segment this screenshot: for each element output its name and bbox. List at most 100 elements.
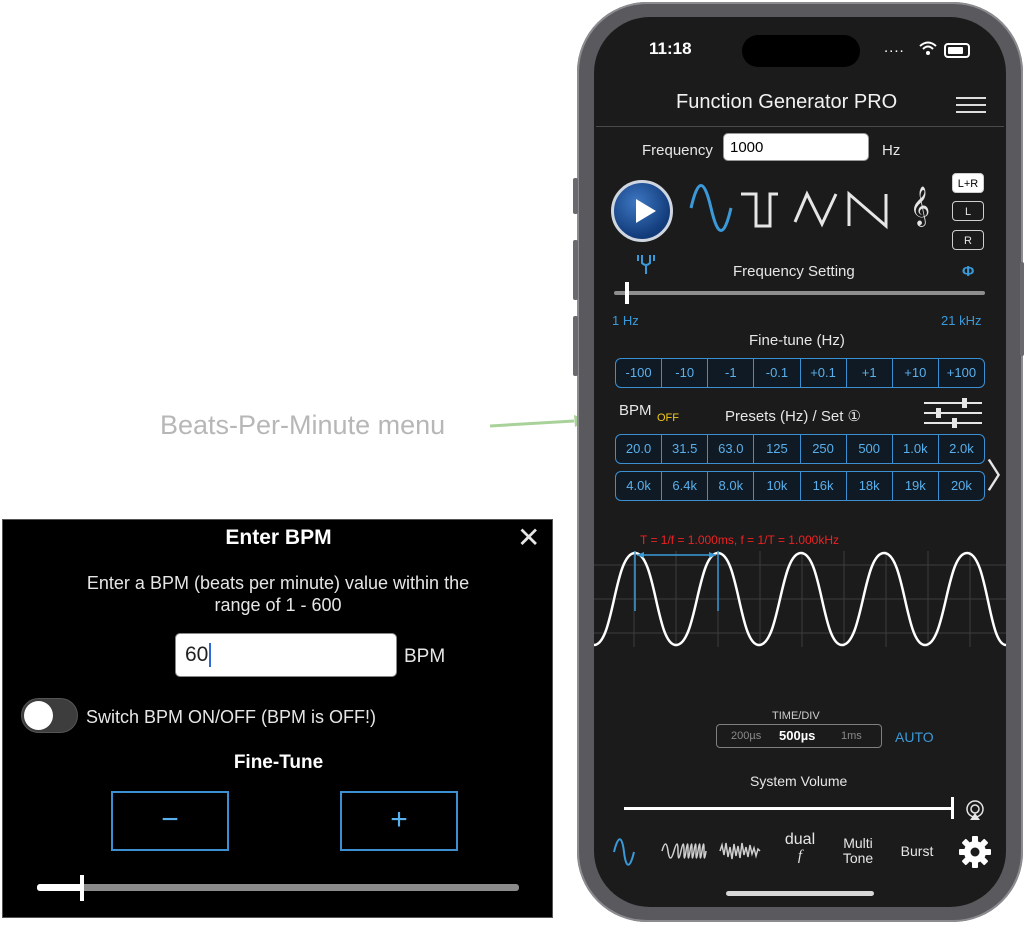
phone-volume-up [573, 240, 578, 300]
tab-multi-line1: Multi [843, 835, 873, 851]
text-caret [209, 643, 212, 668]
home-indicator[interactable] [726, 891, 874, 896]
preset-button[interactable]: 19k [893, 472, 939, 500]
sawtooth-wave-icon[interactable] [846, 182, 896, 234]
bpm-menu-button[interactable]: BPM [619, 402, 652, 419]
phone-screen: 11:18 .... Function Generator PRO Freque… [594, 17, 1006, 907]
play-button[interactable] [611, 180, 673, 242]
enter-bpm-dialog: Enter BPM ✕ Enter a BPM (beats per minut… [2, 519, 553, 918]
frequency-max-label: 21 kHz [941, 313, 982, 328]
treble-clef-icon[interactable]: 𝄞 [910, 187, 930, 226]
frequency-label: Frequency [642, 142, 713, 159]
bpm-input[interactable]: 60 [175, 633, 397, 677]
fine-tune-plus-100[interactable]: +100 [939, 359, 984, 387]
preset-button[interactable]: 250 [801, 435, 847, 463]
increment-button[interactable]: + [340, 791, 458, 851]
dynamic-island [742, 35, 860, 67]
presets-row-2: 4.0k 6.4k 8.0k 10k 16k 18k 19k 20k [615, 471, 985, 501]
next-presets-icon[interactable]: 〉 [986, 449, 1006, 498]
header-divider [596, 126, 1004, 127]
system-volume-label: System Volume [750, 773, 848, 789]
sine-wave-icon[interactable] [688, 182, 734, 234]
preset-button[interactable]: 500 [847, 435, 893, 463]
auto-button[interactable]: AUTO [895, 729, 934, 745]
decrement-button[interactable]: − [111, 791, 229, 851]
preset-button[interactable]: 4.0k [616, 472, 663, 500]
preset-button[interactable]: 31.5 [662, 435, 709, 463]
preset-button[interactable]: 20.0 [616, 435, 663, 463]
dialog-title: Enter BPM [225, 526, 332, 549]
fine-tune-plus-1[interactable]: +1 [847, 359, 893, 387]
tab-sine-icon[interactable] [612, 835, 636, 869]
fine-tune-minus-0-1[interactable]: -0.1 [754, 359, 801, 387]
preset-button[interactable]: 2.0k [939, 435, 984, 463]
fine-tune-minus-10[interactable]: -10 [662, 359, 709, 387]
time-div-selector[interactable]: 200µs 500µs 1ms [716, 724, 882, 748]
preset-button[interactable]: 18k [847, 472, 893, 500]
tab-noise-icon[interactable] [718, 839, 762, 863]
preset-button[interactable]: 20k [939, 472, 984, 500]
frequency-unit: Hz [882, 142, 901, 159]
tab-dual-frequency[interactable]: dual f [780, 831, 820, 865]
tab-multi-tone[interactable]: Multi Tone [838, 836, 878, 866]
bpm-slider-thumb[interactable] [80, 875, 84, 901]
phone-volume-down [573, 316, 578, 376]
channel-r-button[interactable]: R [952, 230, 984, 250]
frequency-input[interactable]: 1000 [723, 133, 869, 161]
tab-sweep-icon[interactable] [660, 837, 708, 865]
tab-dual-sub-label: f [797, 848, 803, 864]
volume-slider-track[interactable] [624, 807, 954, 810]
tab-multi-line2: Tone [842, 850, 874, 866]
preset-button[interactable]: 125 [754, 435, 801, 463]
preset-button[interactable]: 10k [754, 472, 801, 500]
frequency-slider-thumb[interactable] [625, 282, 629, 304]
time-div-next[interactable]: 1ms [841, 725, 862, 747]
fine-tune-plus-10[interactable]: +10 [893, 359, 939, 387]
bpm-slider-track[interactable] [37, 884, 519, 891]
tab-burst[interactable]: Burst [894, 843, 940, 859]
oscilloscope-display [594, 551, 1006, 647]
preset-button[interactable]: 8.0k [708, 472, 755, 500]
triangle-wave-icon[interactable] [792, 182, 842, 234]
callout-arrow [489, 415, 588, 428]
equalizer-icon[interactable] [922, 397, 984, 429]
tuning-fork-icon[interactable] [634, 253, 658, 275]
airplay-icon[interactable] [964, 799, 986, 821]
preset-button[interactable]: 1.0k [893, 435, 939, 463]
square-wave-icon[interactable] [738, 182, 788, 234]
fine-tune-plus-0-1[interactable]: +0.1 [801, 359, 847, 387]
preset-button[interactable]: 6.4k [662, 472, 709, 500]
bpm-toggle-switch[interactable] [21, 698, 78, 733]
time-div-label: TIME/DIV [772, 710, 820, 722]
time-div-current: 500µs [779, 728, 816, 743]
bpm-input-value: 60 [185, 643, 209, 666]
frequency-min-label: 1 Hz [612, 313, 639, 328]
fine-tune-minus-1[interactable]: -1 [708, 359, 755, 387]
phase-button[interactable]: Φ [962, 263, 974, 280]
bpm-unit-label: BPM [404, 646, 446, 667]
channel-l-button[interactable]: L [952, 201, 984, 221]
phone-side-button [573, 178, 578, 214]
tab-dual-label: dual [784, 831, 816, 848]
close-icon[interactable]: ✕ [517, 524, 540, 552]
presets-label: Presets (Hz) / Set ① [725, 408, 861, 425]
battery-icon [944, 43, 970, 58]
channel-lr-button[interactable]: L+R [952, 173, 984, 193]
fine-tune-minus-100[interactable]: -100 [616, 359, 663, 387]
settings-gear-icon[interactable] [958, 835, 992, 869]
app-title: Function Generator PRO [676, 91, 898, 113]
time-div-prev[interactable]: 200µs [731, 725, 761, 747]
hamburger-menu-icon[interactable] [956, 97, 986, 118]
preset-button[interactable]: 16k [801, 472, 847, 500]
fine-tune-label: Fine-tune (Hz) [749, 332, 845, 349]
fine-tune-title: Fine-Tune [233, 752, 324, 773]
presets-row-1: 20.0 31.5 63.0 125 250 500 1.0k 2.0k [615, 434, 985, 464]
fine-tune-row: -100 -10 -1 -0.1 +0.1 +1 +10 +100 [615, 358, 985, 388]
volume-slider-thumb[interactable] [951, 797, 954, 819]
bpm-toggle-label: Switch BPM ON/OFF (BPM is OFF!) [86, 707, 377, 727]
status-time: 11:18 [649, 39, 692, 58]
preset-button[interactable]: 63.0 [708, 435, 755, 463]
frequency-slider-track[interactable] [614, 291, 985, 295]
period-annotation: T = 1/f = 1.000ms, f = 1/T = 1.000kHz [640, 533, 840, 547]
bpm-status: OFF [657, 412, 679, 424]
